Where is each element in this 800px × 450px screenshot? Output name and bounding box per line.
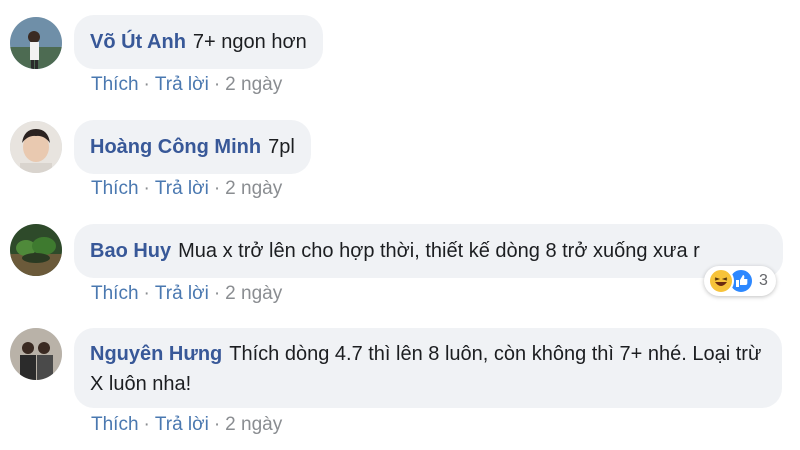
separator: · <box>213 178 221 199</box>
avatar[interactable] <box>10 224 62 276</box>
timestamp[interactable]: 2 ngày <box>225 74 282 95</box>
comment-bubble: Bao Huy Mua x trở lên cho hợp thời, thiết… <box>74 224 783 278</box>
author-name[interactable]: Nguyên Hưng <box>90 343 222 365</box>
timestamp[interactable]: 2 ngày <box>225 414 282 435</box>
comment-bubble: Võ Út Anh 7+ ngon hơn <box>74 15 323 69</box>
comment-actions: Thích · Trả lời · 2 ngày <box>91 74 282 96</box>
comment-actions: Thích · Trả lời · 2 ngày <box>91 414 282 436</box>
separator: · <box>143 414 150 435</box>
separator: · <box>143 283 150 304</box>
reply-link[interactable]: Trả lời <box>155 283 209 304</box>
comment-actions: Thích · Trả lời · 2 ngày <box>91 178 282 200</box>
comment-bubble: Hoàng Công Minh 7pl <box>74 120 311 174</box>
like-link[interactable]: Thích <box>91 178 139 199</box>
separator: · <box>143 74 150 95</box>
separator: · <box>213 283 221 304</box>
haha-icon <box>708 268 734 294</box>
separator: · <box>213 414 221 435</box>
separator: · <box>213 74 221 95</box>
comment-bubble: Nguyên Hưng Thích dòng 4.7 thì lên 8 luôn… <box>74 328 782 408</box>
like-link[interactable]: Thích <box>91 74 139 95</box>
like-link[interactable]: Thích <box>91 283 139 304</box>
avatar[interactable] <box>10 17 62 69</box>
comment-text: 7+ ngon hơn <box>192 31 307 53</box>
avatar[interactable] <box>10 328 62 380</box>
reply-link[interactable]: Trả lời <box>155 414 209 435</box>
reactions-badge[interactable]: 3 <box>704 266 776 296</box>
like-link[interactable]: Thích <box>91 414 139 435</box>
author-name[interactable]: Võ Út Anh <box>90 31 186 53</box>
timestamp[interactable]: 2 ngày <box>225 283 282 304</box>
reply-link[interactable]: Trả lời <box>155 74 209 95</box>
comment-text: 7pl <box>268 136 295 158</box>
comment-actions: Thích · Trả lời · 2 ngày <box>91 283 282 305</box>
timestamp[interactable]: 2 ngày <box>225 178 282 199</box>
comment-text: Mua x trở lên cho hợp thời, thiết kế dòn… <box>178 240 700 262</box>
reply-link[interactable]: Trả lời <box>155 178 209 199</box>
reaction-count: 3 <box>759 272 768 289</box>
author-name[interactable]: Bao Huy <box>90 240 171 262</box>
separator: · <box>143 178 150 199</box>
author-name[interactable]: Hoàng Công Minh <box>90 136 261 158</box>
avatar[interactable] <box>10 121 62 173</box>
